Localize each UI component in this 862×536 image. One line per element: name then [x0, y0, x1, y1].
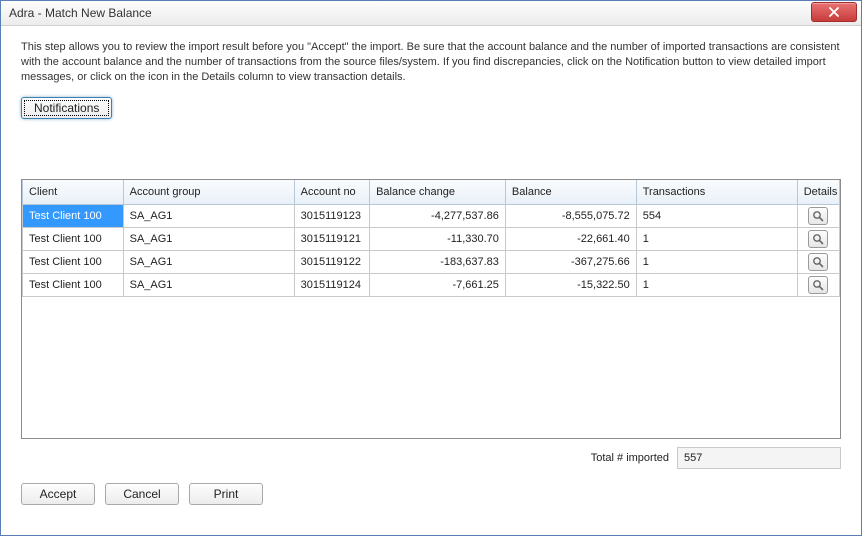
close-icon [828, 7, 840, 17]
cell-account-group: SA_AG1 [123, 250, 294, 273]
cell-account-group: SA_AG1 [123, 273, 294, 296]
cell-account-no: 3015119122 [294, 250, 369, 273]
cell-balance: -22,661.40 [505, 227, 636, 250]
results-grid: Client Account group Account no Balance … [21, 179, 841, 439]
cell-balance: -8,555,075.72 [505, 204, 636, 227]
table-row[interactable]: Test Client 100SA_AG13015119123-4,277,53… [23, 204, 840, 227]
total-imported-label: Total # imported [591, 452, 669, 464]
details-button[interactable] [808, 207, 828, 225]
content-area: This step allows you to review the impor… [3, 26, 859, 533]
details-button[interactable] [808, 276, 828, 294]
cell-account-group: SA_AG1 [123, 204, 294, 227]
total-imported-value: 557 [677, 447, 841, 469]
table-row[interactable]: Test Client 100SA_AG13015119121-11,330.7… [23, 227, 840, 250]
cell-details [797, 273, 839, 296]
cell-transactions: 1 [636, 273, 797, 296]
cell-details [797, 250, 839, 273]
cell-account-no: 3015119124 [294, 273, 369, 296]
intro-text: This step allows you to review the impor… [21, 40, 841, 85]
summary-row: Total # imported 557 [21, 447, 841, 469]
cell-account-no: 3015119123 [294, 204, 369, 227]
cell-balance: -15,322.50 [505, 273, 636, 296]
grid-header-row: Client Account group Account no Balance … [23, 180, 840, 205]
details-button[interactable] [808, 253, 828, 271]
col-header-account-no[interactable]: Account no [294, 180, 369, 205]
cell-client: Test Client 100 [23, 273, 124, 296]
cell-balance-change: -7,661.25 [370, 273, 506, 296]
table-row[interactable]: Test Client 100SA_AG13015119122-183,637.… [23, 250, 840, 273]
col-header-balance-change[interactable]: Balance change [370, 180, 506, 205]
magnifier-icon [812, 256, 824, 268]
footer-buttons: Accept Cancel Print [21, 483, 841, 505]
print-button[interactable]: Print [189, 483, 263, 505]
cell-client: Test Client 100 [23, 204, 124, 227]
cell-client: Test Client 100 [23, 227, 124, 250]
table-row[interactable]: Test Client 100SA_AG13015119124-7,661.25… [23, 273, 840, 296]
cell-balance-change: -4,277,537.86 [370, 204, 506, 227]
col-header-client[interactable]: Client [23, 180, 124, 205]
cell-balance-change: -183,637.83 [370, 250, 506, 273]
notifications-row: Notifications [21, 97, 841, 119]
window-controls [811, 1, 861, 25]
cancel-button[interactable]: Cancel [105, 483, 179, 505]
notifications-button[interactable]: Notifications [21, 97, 112, 119]
magnifier-icon [812, 210, 824, 222]
accept-button[interactable]: Accept [21, 483, 95, 505]
col-header-account-group[interactable]: Account group [123, 180, 294, 205]
col-header-details[interactable]: Details [797, 180, 839, 205]
cell-balance: -367,275.66 [505, 250, 636, 273]
col-header-balance[interactable]: Balance [505, 180, 636, 205]
titlebar: Adra - Match New Balance [1, 1, 861, 26]
details-button[interactable] [808, 230, 828, 248]
cell-transactions: 1 [636, 250, 797, 273]
app-window: Adra - Match New Balance This step allow… [0, 0, 862, 536]
col-header-transactions[interactable]: Transactions [636, 180, 797, 205]
magnifier-icon [812, 279, 824, 291]
close-button[interactable] [811, 2, 857, 22]
magnifier-icon [812, 233, 824, 245]
cell-transactions: 1 [636, 227, 797, 250]
cell-balance-change: -11,330.70 [370, 227, 506, 250]
cell-details [797, 227, 839, 250]
cell-account-no: 3015119121 [294, 227, 369, 250]
cell-account-group: SA_AG1 [123, 227, 294, 250]
window-title: Adra - Match New Balance [9, 6, 152, 20]
cell-transactions: 554 [636, 204, 797, 227]
cell-details [797, 204, 839, 227]
cell-client: Test Client 100 [23, 250, 124, 273]
